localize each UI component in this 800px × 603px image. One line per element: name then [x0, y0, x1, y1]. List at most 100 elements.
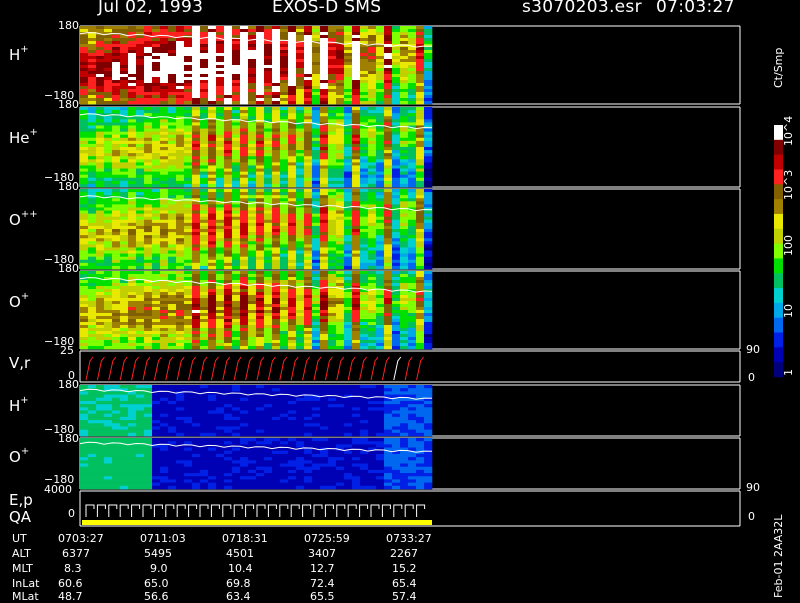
heatmap-cell: [232, 423, 240, 426]
heatmap-cell: [352, 181, 360, 184]
heatmap-cell: [144, 50, 152, 53]
heatmap-cell: [208, 401, 216, 404]
heatmap-cell: [112, 129, 120, 132]
heatmap-cell: [192, 147, 200, 150]
heatmap-cell: [88, 41, 96, 44]
heatmap-cell: [136, 430, 144, 433]
heatmap-cell: [312, 298, 320, 301]
heatmap-cell: [336, 98, 344, 101]
heatmap-cell: [224, 32, 232, 35]
heatmap-cell: [200, 254, 208, 257]
heatmap-cell: [384, 310, 392, 313]
heatmap-cell: [152, 189, 160, 192]
heatmap-cell: [424, 132, 432, 135]
heatmap-cell: [96, 301, 104, 304]
heatmap-cell: [232, 125, 240, 128]
heatmap-cell: [360, 132, 368, 135]
heatmap-cell: [288, 147, 296, 150]
heatmap-cell: [184, 423, 192, 426]
heatmap-cell: [96, 430, 104, 433]
heatmap-cell: [128, 289, 136, 292]
heatmap-cell: [360, 198, 368, 201]
heatmap-cell: [296, 260, 304, 263]
heatmap-cell: [328, 119, 336, 122]
heatmap-cell: [264, 251, 272, 254]
heatmap-cell: [208, 266, 216, 269]
heatmap-cell: [360, 260, 368, 263]
heatmap-cell: [384, 65, 392, 68]
heatmap-cell: [120, 334, 128, 337]
heatmap-cell: [176, 247, 184, 250]
heatmap-cell: [88, 280, 96, 283]
heatmap-cell: [400, 86, 408, 89]
heatmap-cell: [248, 274, 256, 277]
heatmap-cell: [144, 189, 152, 192]
heatmap-cell: [288, 316, 296, 319]
heatmap-cell: [296, 44, 304, 47]
heatmap-cell: [224, 226, 232, 229]
heatmap-cell: [344, 241, 352, 244]
heatmap-cell: [416, 80, 424, 83]
heatmap-cell: [296, 322, 304, 325]
heatmap-cell: [320, 56, 328, 59]
heatmap-cell: [88, 223, 96, 226]
heatmap-cell: [312, 113, 320, 116]
heatmap-cell: [264, 144, 272, 147]
heatmap-cell: [120, 56, 128, 59]
heatmap-cell: [104, 433, 112, 436]
heatmap-cell: [144, 307, 152, 310]
heatmap-cell: [176, 313, 184, 316]
heatmap-cell: [144, 226, 152, 229]
heatmap-cell: [344, 129, 352, 132]
heatmap-cell: [280, 59, 288, 62]
heatmap-cell: [320, 232, 328, 235]
heatmap-cell: [184, 195, 192, 198]
heatmap-cell: [352, 74, 360, 77]
heatmap-cell: [416, 92, 424, 95]
heatmap-cell: [256, 65, 264, 68]
heatmap-cell: [80, 271, 88, 274]
heatmap-cell: [280, 292, 288, 295]
heatmap-cell: [192, 319, 200, 322]
heatmap-cell: [256, 26, 264, 29]
heatmap-cell: [232, 169, 240, 172]
heatmap-cell: [392, 107, 400, 110]
heatmap-cell: [416, 172, 424, 175]
heatmap-cell: [328, 32, 336, 35]
heatmap-cell: [200, 337, 208, 340]
heatmap-cell: [240, 71, 248, 74]
heatmap-cell: [320, 107, 328, 110]
heatmap-cell: [368, 56, 376, 59]
heatmap-cell: [208, 217, 216, 220]
heatmap-cell: [80, 138, 88, 141]
heatmap-cell: [176, 235, 184, 238]
heatmap-cell: [424, 29, 432, 32]
heatmap-cell: [296, 201, 304, 204]
heatmap-cell: [424, 316, 432, 319]
heatmap-cell: [352, 280, 360, 283]
heatmap-cell: [136, 150, 144, 153]
heatmap-cell: [344, 181, 352, 184]
heatmap-cell: [224, 241, 232, 244]
heatmap-cell: [104, 292, 112, 295]
heatmap-cell: [416, 26, 424, 29]
heatmap-cell: [272, 125, 280, 128]
heatmap-cell: [208, 301, 216, 304]
heatmap-cell: [112, 322, 120, 325]
heatmap-cell: [408, 101, 416, 104]
heatmap-cell: [424, 232, 432, 235]
heatmap-cell: [296, 316, 304, 319]
heatmap-cell: [240, 220, 248, 223]
heatmap-cell: [192, 44, 200, 47]
heatmap-cell: [312, 159, 320, 162]
heatmap-cell: [136, 135, 144, 138]
heatmap-cell: [232, 433, 240, 436]
heatmap-cell: [288, 165, 296, 168]
heatmap-cell: [120, 172, 128, 175]
heatmap-cell: [248, 328, 256, 331]
heatmap-cell: [384, 98, 392, 101]
heatmap-cell: [376, 295, 384, 298]
heatmap-cell: [296, 26, 304, 29]
heatmap-cell: [152, 159, 160, 162]
heatmap-cell: [136, 98, 144, 101]
